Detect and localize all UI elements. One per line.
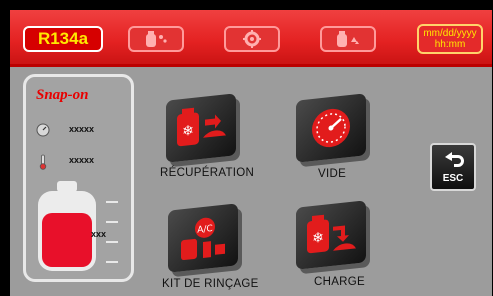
gear-icon bbox=[243, 30, 261, 48]
escape-button[interactable]: ESC bbox=[430, 143, 476, 191]
pressure-gauge-icon bbox=[36, 123, 50, 137]
tank-scale-tick bbox=[106, 241, 118, 243]
top-bar: R134a mm/dd/yyyy hh:mm bbox=[10, 10, 492, 67]
charge-icon: ❄ bbox=[296, 200, 366, 270]
brand-logo: Snap-on bbox=[36, 87, 89, 103]
machine-screen: R134a mm/dd/yyyy hh:mm Snap-on xxxxx xxx… bbox=[10, 10, 492, 296]
recovery-label: RÉCUPÉRATION bbox=[160, 167, 255, 179]
datetime-button[interactable]: mm/dd/yyyy hh:mm bbox=[417, 24, 483, 54]
charge-label: CHARGE bbox=[314, 276, 366, 288]
status-panel: Snap-on xxxxx xxxxx xxx bbox=[23, 74, 134, 282]
refrigerant-button[interactable]: R134a bbox=[23, 26, 103, 52]
tank-drain-icon bbox=[146, 31, 167, 47]
refrigerant-label: R134a bbox=[37, 29, 89, 48]
temperature-value: xxxxx bbox=[69, 155, 95, 165]
time-text: hh:mm bbox=[434, 39, 466, 50]
tank-scale-tick bbox=[106, 261, 118, 263]
settings-button[interactable] bbox=[224, 26, 280, 52]
tank-drain-button[interactable] bbox=[128, 26, 184, 52]
vacuum-label: VIDE bbox=[318, 168, 347, 180]
pressure-value: xxxxx bbox=[69, 124, 95, 134]
temperature-row: xxxxx bbox=[36, 154, 94, 172]
oil-bottle-icon bbox=[337, 31, 359, 47]
tank-scale-tick bbox=[106, 201, 118, 203]
tank-value: xxx bbox=[91, 229, 107, 239]
topbar-divider bbox=[10, 64, 492, 67]
vacuum-gauge-icon bbox=[296, 93, 366, 163]
thermometer-icon bbox=[39, 154, 47, 170]
back-arrow-icon bbox=[445, 152, 464, 167]
flush-kit-icon: A/C bbox=[168, 203, 238, 273]
flush-kit-label: KIT DE RINÇAGE bbox=[162, 278, 259, 290]
oil-bottle-button[interactable] bbox=[320, 26, 376, 52]
recovery-icon: ❄ bbox=[166, 93, 236, 163]
escape-label: ESC bbox=[442, 173, 464, 184]
svg-text:❄: ❄ bbox=[312, 230, 324, 247]
pressure-row: xxxxx bbox=[36, 123, 94, 139]
svg-text:❄: ❄ bbox=[182, 123, 194, 140]
tank-level-icon bbox=[38, 181, 96, 271]
svg-text:A/C: A/C bbox=[197, 224, 212, 236]
tank-scale-tick bbox=[106, 221, 118, 223]
date-text: mm/dd/yyyy bbox=[423, 28, 477, 39]
